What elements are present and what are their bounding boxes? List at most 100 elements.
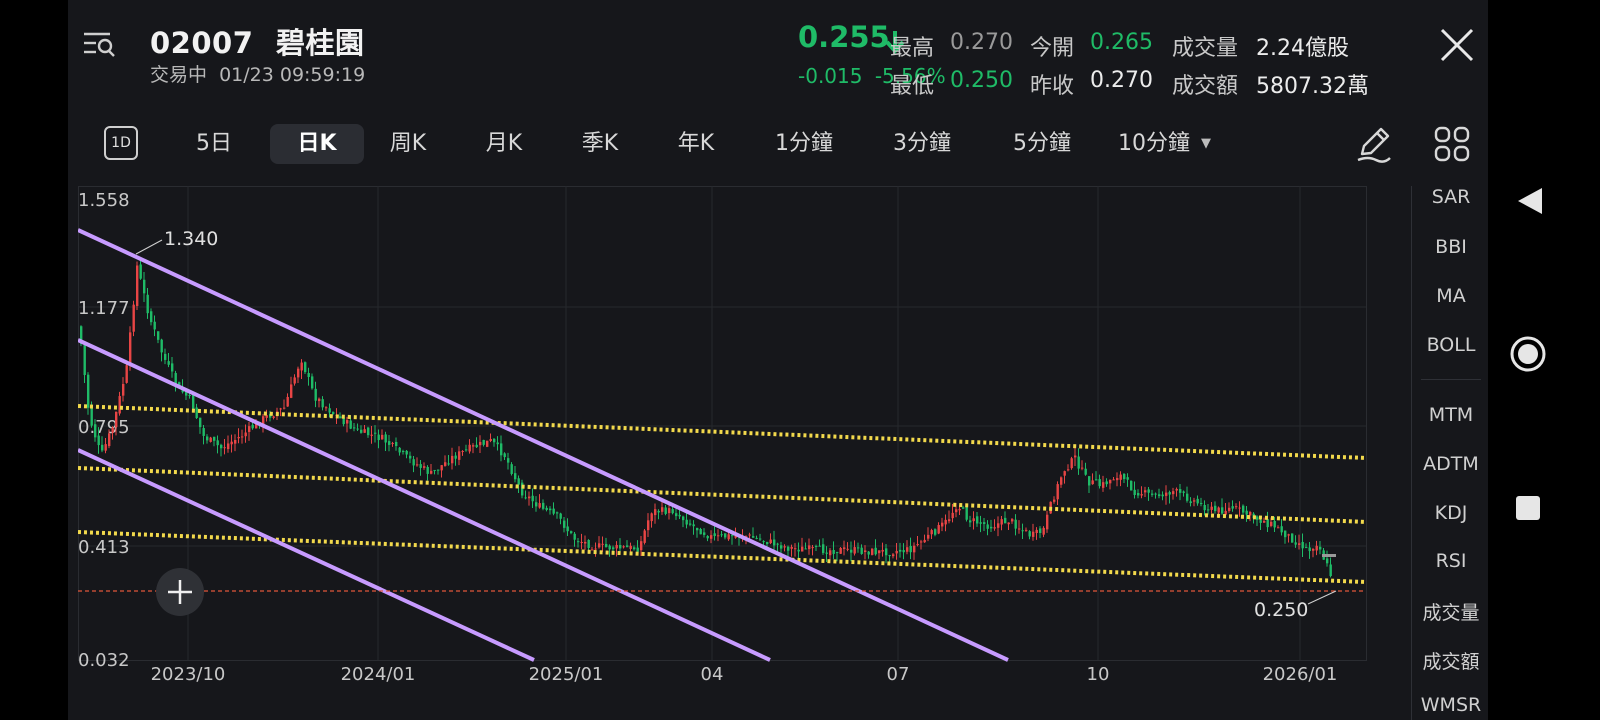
candle-body	[1175, 488, 1178, 491]
tab-monthly-k[interactable]: 月K	[474, 124, 534, 164]
candle-body	[220, 444, 223, 449]
candle-body	[430, 470, 433, 474]
candle-body	[164, 353, 167, 360]
tab-3-min[interactable]: 3分鐘	[880, 124, 964, 164]
candle-body	[468, 444, 471, 452]
candle-body	[1144, 490, 1147, 493]
candle-body	[762, 541, 765, 543]
indicator-1[interactable]: BBI	[1411, 236, 1491, 258]
candle-body	[587, 539, 590, 549]
candle-body	[286, 396, 289, 407]
candle-body	[643, 530, 646, 543]
indicator-2[interactable]: MA	[1411, 285, 1491, 307]
candle-body	[318, 398, 321, 402]
candle-body	[1137, 493, 1140, 496]
candle-body	[584, 541, 587, 544]
candle-body	[846, 548, 849, 550]
candle-body	[1025, 529, 1028, 531]
candle-body	[916, 544, 919, 546]
candle-body	[272, 416, 275, 418]
open-value: 0.265	[1090, 30, 1153, 55]
collapse-left-icon[interactable]	[1512, 186, 1548, 216]
tab-daily-k[interactable]: 日K	[270, 124, 364, 164]
tab-1d[interactable]: 1D	[104, 126, 138, 160]
tab-1-min[interactable]: 1分鐘	[762, 124, 846, 164]
tab-10-min[interactable]: 10分鐘 ▼	[1118, 124, 1238, 164]
candle-body	[1042, 527, 1045, 535]
crosshair-plus-icon[interactable]	[156, 568, 204, 616]
indicator-8[interactable]: 成交量	[1411, 598, 1491, 625]
candle-body	[496, 442, 499, 445]
candle-body	[1084, 468, 1087, 475]
candle-body	[664, 507, 667, 514]
indicator-0[interactable]: SAR	[1411, 186, 1491, 208]
candle-body	[209, 437, 212, 442]
candle-body	[619, 545, 622, 549]
tab-weekly-k[interactable]: 周K	[378, 124, 438, 164]
candle-body	[797, 549, 800, 552]
candle-body	[731, 535, 734, 537]
candle-body	[1284, 530, 1287, 538]
indicator-6[interactable]: KDJ	[1411, 502, 1491, 524]
tab-5-day[interactable]: 5日	[184, 124, 244, 164]
candle-body	[647, 520, 650, 531]
candle-body	[472, 445, 475, 447]
candle-body	[636, 547, 639, 552]
tab-quarterly-k[interactable]: 季K	[570, 124, 630, 164]
candle-body	[1130, 480, 1133, 491]
indicator-10[interactable]: WMSR	[1411, 694, 1491, 716]
candle-body	[752, 536, 755, 538]
candle-body	[815, 545, 818, 547]
candle-body	[1098, 479, 1101, 487]
indicator-9[interactable]: 成交額	[1411, 647, 1491, 674]
candle-body	[1224, 510, 1227, 515]
candle-body	[1039, 528, 1042, 533]
candle-body	[699, 528, 702, 535]
candle-body	[713, 533, 716, 537]
candle-body	[321, 399, 324, 408]
tab-5-min[interactable]: 5分鐘	[1000, 124, 1084, 164]
list-search-icon[interactable]	[82, 30, 116, 58]
candle-body	[1186, 493, 1189, 501]
indicator-3[interactable]: BOLL	[1411, 334, 1491, 356]
candle-body	[1329, 564, 1332, 577]
candle-body	[202, 428, 205, 436]
candle-body	[465, 449, 468, 451]
close-icon[interactable]	[1438, 26, 1476, 64]
candle-body	[363, 429, 366, 433]
stop-square-icon[interactable]	[1514, 494, 1542, 522]
candle-body	[825, 552, 828, 554]
candle-body	[703, 532, 706, 535]
candle-body	[920, 541, 923, 543]
candle-body	[402, 451, 405, 453]
candle-body	[1172, 491, 1175, 495]
candle-body	[1235, 506, 1238, 508]
candle-body	[216, 440, 219, 446]
candle-body	[563, 520, 566, 528]
candle-body	[1179, 489, 1182, 493]
indicator-4[interactable]: MTM	[1411, 404, 1491, 426]
candle-body	[1291, 533, 1294, 543]
candle-body	[507, 458, 510, 463]
candle-body	[1207, 509, 1210, 511]
candle-body	[1123, 473, 1126, 480]
candle-body	[1182, 491, 1185, 493]
candlestick-chart[interactable]: 1.558 1.177 0.795 0.413 0.032 2023/10 2024/01 2…	[78, 186, 1461, 690]
candle-body	[293, 377, 296, 384]
stock-title: 02007 碧桂園	[150, 20, 365, 62]
candle-body	[1112, 479, 1115, 481]
candle-body	[895, 550, 898, 554]
indicator-5[interactable]: ADTM	[1411, 453, 1491, 475]
candle-body	[1315, 545, 1318, 551]
candle-body	[685, 519, 688, 525]
candle-body	[944, 519, 947, 525]
candle-body	[724, 533, 727, 538]
status-time: 01/23 09:59:19	[219, 64, 366, 86]
home-circle-icon[interactable]	[1508, 334, 1548, 374]
candle-body	[115, 411, 118, 428]
pen-draw-icon[interactable]	[1354, 124, 1394, 164]
layout-grid-icon[interactable]	[1432, 124, 1472, 164]
candle-body	[790, 546, 793, 549]
indicator-7[interactable]: RSI	[1411, 550, 1491, 572]
tab-yearly-k[interactable]: 年K	[666, 124, 726, 164]
